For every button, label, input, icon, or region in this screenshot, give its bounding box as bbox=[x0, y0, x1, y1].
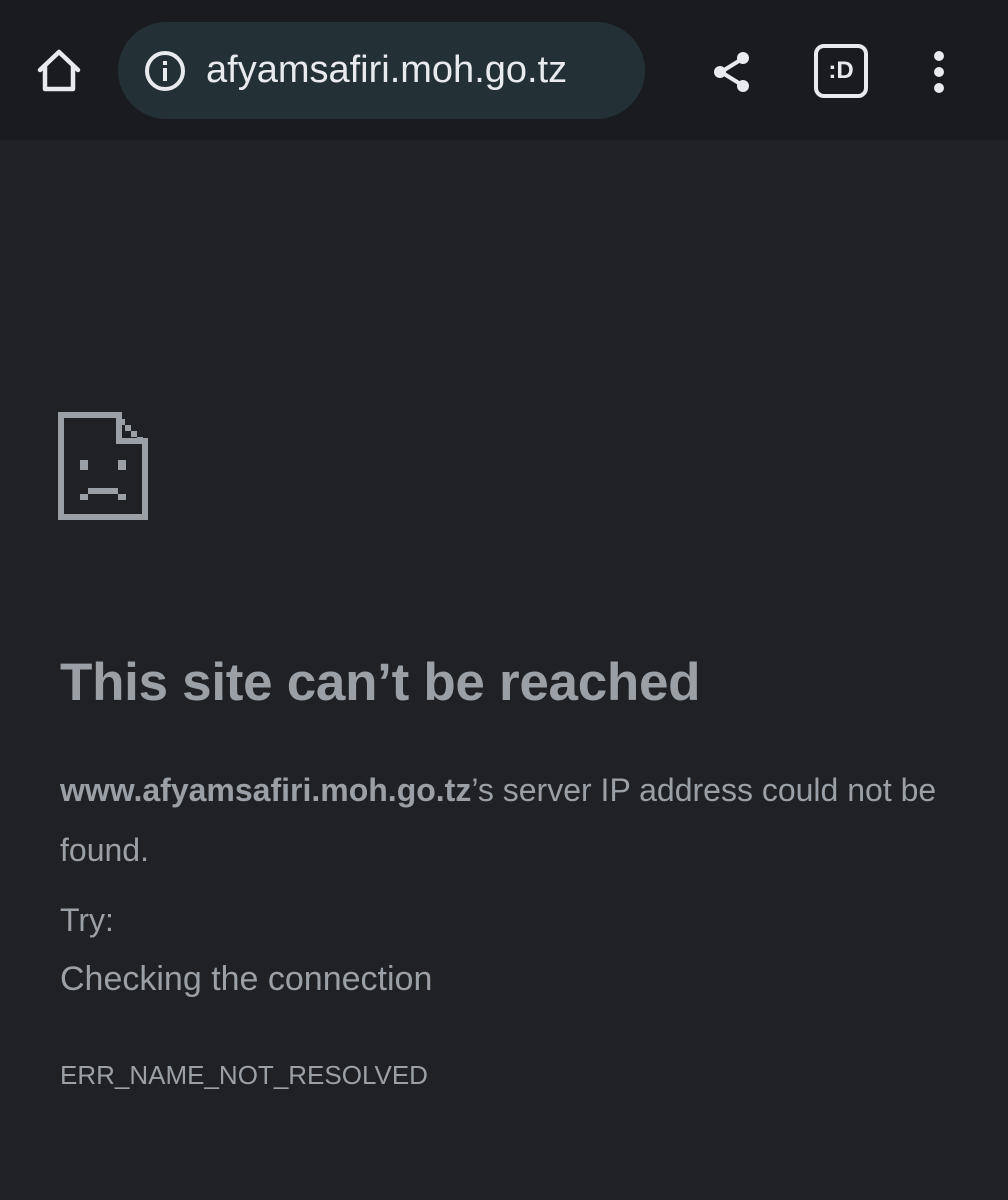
error-code: ERR_NAME_NOT_RESOLVED bbox=[60, 1060, 428, 1090]
tab-switcher-icon: :D bbox=[828, 57, 854, 84]
share-button[interactable] bbox=[702, 42, 762, 102]
info-icon[interactable] bbox=[144, 50, 186, 92]
url-text[interactable]: afyamsafiri.moh.go.tz bbox=[206, 22, 567, 119]
home-icon bbox=[37, 49, 81, 92]
menu-button[interactable] bbox=[912, 42, 966, 102]
error-title: This site can’t be reached bbox=[60, 653, 701, 712]
home-button[interactable] bbox=[28, 40, 90, 102]
tab-switcher-button[interactable]: :D bbox=[814, 44, 868, 98]
address-bar[interactable]: afyamsafiri.moh.go.tz bbox=[118, 22, 645, 119]
try-label: Try: bbox=[60, 902, 114, 938]
more-vert-icon bbox=[934, 51, 944, 93]
error-message: www.afyamsafiri.moh.go.tz’s server IP ad… bbox=[60, 760, 960, 880]
sad-page-icon bbox=[58, 412, 148, 520]
browser-toolbar: afyamsafiri.moh.go.tz :D bbox=[0, 0, 1008, 140]
error-host: www.afyamsafiri.moh.go.tz bbox=[60, 772, 472, 808]
suggestion-item: Checking the connection bbox=[60, 960, 433, 998]
share-icon bbox=[714, 52, 749, 92]
